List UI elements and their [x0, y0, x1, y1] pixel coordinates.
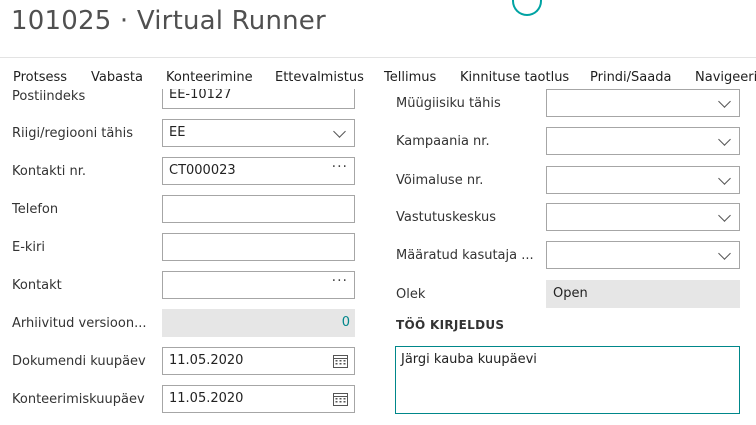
postcode-field[interactable]: EE-10127	[162, 89, 355, 109]
responsibility-center-dots	[497, 211, 535, 225]
responsibility-center-select[interactable]	[546, 203, 740, 231]
posting-date-label: Konteerimiskuupäev	[12, 392, 145, 407]
country-select[interactable]: EE	[162, 119, 355, 147]
chevron-down-icon	[718, 209, 731, 222]
status-label: Olek	[396, 287, 426, 302]
ellipsis-icon[interactable]: ···	[332, 273, 348, 289]
calendar-icon[interactable]	[333, 354, 348, 368]
calendar-icon[interactable]	[333, 392, 348, 406]
work-description-title: TÖÖ KIRJELDUS	[396, 318, 505, 332]
chevron-down-icon	[333, 125, 346, 138]
menu-prepare[interactable]: Ettevalmistus	[275, 70, 364, 85]
document-date-label: Dokumendi kuupäev	[12, 354, 146, 369]
status-value: Open	[553, 286, 588, 301]
title-divider	[0, 57, 756, 58]
salesperson-select[interactable]	[546, 89, 740, 117]
menu-print-send[interactable]: Prindi/Saada	[590, 70, 671, 85]
phone-dots	[64, 203, 154, 217]
responsibility-center-label: Vastutuskeskus	[396, 210, 497, 225]
menu-navigate[interactable]: Navigeeri	[695, 70, 756, 85]
status-field: Open	[546, 280, 740, 308]
opportunity-select[interactable]	[546, 166, 740, 194]
phone-label: Telefon	[12, 202, 59, 217]
country-label: Riigi/regiooni tähis	[12, 126, 133, 141]
salesperson-dots	[505, 97, 535, 111]
email-field[interactable]	[162, 233, 355, 261]
work-description-textarea[interactable]: Järgi kauba kuupäevi	[395, 346, 740, 414]
document-date-field[interactable]: 11.05.2020	[162, 347, 355, 375]
campaign-label: Kampaania nr.	[396, 134, 490, 149]
menu-order[interactable]: Tellimus	[384, 70, 436, 85]
archived-versions-label: Arhiivitud versioon...	[12, 316, 147, 331]
campaign-select[interactable]	[546, 127, 740, 155]
chevron-down-icon	[718, 172, 731, 185]
country-dots	[138, 127, 155, 141]
action-menu: Protsess Vabasta Konteerimine Ettevalmis…	[0, 70, 756, 88]
posting-date-field[interactable]: 11.05.2020	[162, 385, 355, 413]
content-area: Postiindeks EE-10127 Riigi/regiooni tähi…	[0, 89, 756, 425]
contact-dots	[71, 279, 154, 293]
chevron-down-icon	[718, 133, 731, 146]
assigned-user-dots	[528, 249, 538, 263]
assigned-user-select[interactable]	[546, 241, 740, 269]
contact-no-field[interactable]: CT000023 ···	[162, 157, 355, 185]
salesperson-label: Müügiisiku tähis	[396, 96, 501, 111]
opportunity-dots	[490, 174, 535, 188]
chevron-down-icon	[718, 247, 731, 260]
campaign-dots	[489, 135, 535, 149]
ellipsis-icon[interactable]: ···	[332, 159, 348, 175]
document-date-value: 11.05.2020	[169, 353, 244, 368]
contact-field[interactable]: ···	[162, 271, 355, 299]
top-accent-arc	[512, 0, 542, 16]
email-dots	[50, 241, 154, 255]
menu-process[interactable]: Protsess	[13, 70, 67, 85]
chevron-down-icon	[718, 95, 731, 108]
phone-field[interactable]	[162, 195, 355, 223]
page-title: 101025 · Virtual Runner	[11, 6, 326, 36]
assigned-user-label: Määratud kasutaja ...	[396, 248, 534, 263]
menu-approval-request[interactable]: Kinnituse taotlus	[460, 70, 569, 85]
opportunity-label: Võimaluse nr.	[396, 173, 484, 188]
postcode-label: Postiindeks	[12, 89, 86, 104]
contact-no-value: CT000023	[169, 163, 236, 178]
archived-versions-value[interactable]: 0	[342, 315, 350, 330]
archived-versions-field[interactable]: 0	[162, 309, 355, 337]
status-dots	[436, 288, 535, 302]
contact-label: Kontakt	[12, 278, 62, 293]
menu-release[interactable]: Vabasta	[91, 70, 143, 85]
country-value: EE	[169, 125, 186, 140]
posting-date-value: 11.05.2020	[169, 391, 244, 406]
work-description-value: Järgi kauba kuupäevi	[401, 352, 537, 367]
email-label: E-kiri	[12, 240, 46, 255]
postcode-value: EE-10127	[169, 89, 232, 102]
contact-no-label: Kontakti nr.	[12, 164, 87, 179]
menu-posting[interactable]: Konteerimine	[166, 70, 253, 85]
contact-no-dots	[92, 165, 154, 179]
